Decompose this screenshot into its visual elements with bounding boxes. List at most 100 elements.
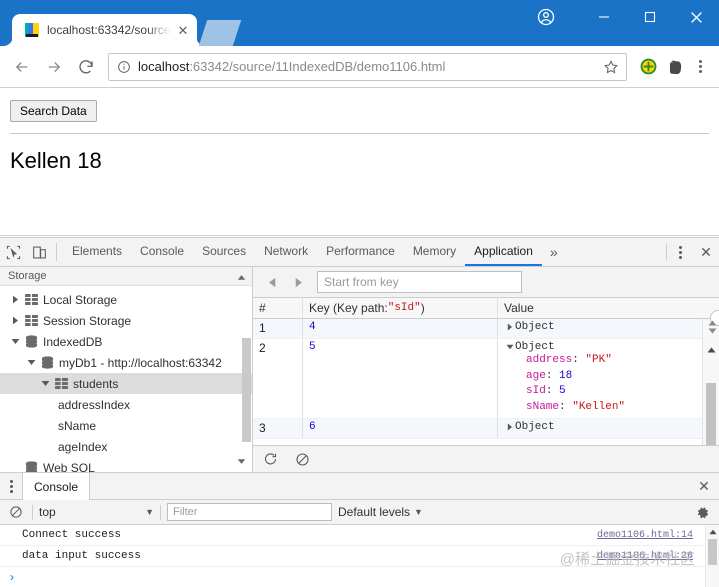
bookmark-star-icon[interactable] — [602, 58, 620, 76]
tab-performance[interactable]: Performance — [317, 238, 404, 266]
console-log-area[interactable]: Connect success demo1106.html:14 data in… — [0, 525, 719, 587]
forward-arrow-icon[interactable] — [40, 53, 68, 81]
address-bar[interactable]: localhost:63342/source/11IndexedDB/demo1… — [108, 52, 627, 81]
drawer-tab-console[interactable]: Console — [22, 473, 91, 500]
database-icon — [22, 335, 40, 348]
tab-memory[interactable]: Memory — [404, 238, 465, 266]
tab-console[interactable]: Console — [131, 238, 193, 266]
property-value: "PK" — [585, 354, 612, 366]
sidebar-item-sname[interactable]: sName — [0, 415, 252, 436]
column-header-key[interactable]: Key (Key path: "sId") — [303, 298, 498, 318]
sidebar-item-label: ageIndex — [58, 439, 108, 454]
start-from-key-placeholder: Start from key — [324, 275, 399, 289]
sidebar-item-web-sql[interactable]: Web SQL — [0, 457, 252, 472]
site-info-icon[interactable] — [117, 60, 131, 74]
console-message[interactable]: Connect success demo1106.html:14 — [0, 525, 719, 546]
start-from-key-input[interactable]: Start from key — [317, 271, 522, 293]
profile-avatar-icon[interactable] — [533, 4, 559, 30]
object-toggle-collapsed[interactable]: Object — [504, 321, 555, 333]
more-tabs-icon[interactable]: » — [542, 238, 566, 266]
chevron-down-icon[interactable] — [38, 380, 52, 387]
chevron-down-icon[interactable] — [504, 344, 515, 350]
green-circle-extension-icon[interactable] — [636, 55, 660, 79]
maximize-icon[interactable] — [627, 0, 673, 34]
chevron-down-icon[interactable] — [8, 338, 22, 345]
sidebar-item-session-storage[interactable]: Session Storage — [0, 310, 252, 331]
sidebar-item-mydb1[interactable]: myDb1 - http://localhost:63342 — [0, 352, 252, 373]
table-row[interactable]: 3 6 Object — [253, 419, 719, 439]
console-filter-input[interactable]: Filter — [167, 503, 332, 521]
sidebar-item-students[interactable]: students — [0, 373, 252, 394]
chevron-right-icon[interactable] — [8, 295, 22, 304]
evernote-extension-icon[interactable] — [663, 55, 687, 79]
chevron-right-icon[interactable] — [504, 423, 515, 431]
sort-arrows-icon[interactable] — [708, 320, 717, 334]
scroll-up-icon[interactable] — [707, 342, 716, 357]
property-name: sId — [526, 385, 546, 397]
row-value[interactable]: Object — [498, 319, 719, 338]
toolbar-divider — [56, 243, 57, 261]
property-name: age — [526, 369, 546, 382]
property-name: sName — [526, 400, 560, 413]
chevron-right-icon[interactable] — [8, 316, 22, 325]
tab-elements[interactable]: Elements — [63, 238, 131, 266]
previous-page-icon[interactable] — [259, 271, 285, 293]
chevron-up-icon[interactable] — [237, 272, 246, 284]
browser-tab[interactable]: localhost:63342/source ✕ — [12, 14, 197, 46]
sidebar-item-indexeddb[interactable]: IndexedDB — [0, 331, 252, 352]
column-header-index[interactable]: # — [253, 298, 303, 318]
console-context-selector[interactable]: top ▼ — [39, 505, 154, 519]
sidebar-item-addressindex[interactable]: addressIndex — [0, 394, 252, 415]
storage-tree[interactable]: Local Storage Session Storage IndexedDB … — [0, 286, 252, 472]
close-icon[interactable] — [673, 0, 719, 34]
object-toggle-collapsed[interactable]: Object — [504, 421, 555, 433]
drawer-menu-icon[interactable] — [0, 473, 22, 499]
scrollbar-thumb[interactable] — [706, 383, 716, 445]
chrome-menu-icon[interactable] — [689, 55, 711, 79]
console-message-source[interactable]: demo1106.html:14 — [597, 530, 693, 541]
devtools-body: Storage Local Storage Session Storage In… — [0, 267, 719, 472]
devtools-close-icon[interactable]: ✕ — [693, 238, 719, 266]
scrollbar-thumb[interactable] — [708, 539, 717, 565]
data-grid-scrollbar[interactable] — [702, 310, 719, 445]
back-arrow-icon[interactable] — [8, 53, 36, 81]
next-page-icon[interactable] — [285, 271, 311, 293]
device-toolbar-icon[interactable] — [26, 238, 52, 266]
console-scrollbar[interactable] — [705, 525, 719, 587]
chevron-down-icon[interactable] — [24, 359, 38, 366]
tab-application[interactable]: Application — [465, 238, 542, 266]
search-data-button[interactable]: Search Data — [10, 100, 97, 122]
minimize-icon[interactable] — [581, 0, 627, 34]
settings-gear-icon[interactable] — [691, 505, 713, 520]
scrollbar-track[interactable] — [703, 357, 719, 445]
sidebar-item-local-storage[interactable]: Local Storage — [0, 289, 252, 310]
chevron-down-scroll-icon[interactable] — [237, 454, 246, 468]
more-options-icon[interactable] — [667, 238, 693, 266]
row-value[interactable]: Object — [498, 419, 719, 438]
sidebar-scrollbar[interactable] — [242, 338, 251, 442]
new-tab-button[interactable] — [198, 20, 242, 46]
scroll-up-icon[interactable] — [706, 525, 719, 538]
tab-close-icon[interactable]: ✕ — [175, 22, 191, 38]
object-toggle-expanded[interactable]: Object — [504, 341, 555, 353]
chevron-right-icon[interactable] — [504, 323, 515, 331]
console-levels-selector[interactable]: Default levels ▼ — [338, 505, 423, 519]
column-header-value[interactable]: Value — [498, 298, 719, 318]
sidebar-item-ageindex[interactable]: ageIndex — [0, 436, 252, 457]
clear-console-icon[interactable] — [6, 505, 26, 519]
tab-title: localhost:63342/source — [47, 23, 171, 37]
clear-all-icon[interactable] — [293, 450, 311, 468]
console-message-source[interactable]: demo1106.html:26 — [597, 551, 693, 562]
console-message[interactable]: data input success demo1106.html:26 — [0, 546, 719, 567]
drawer-close-icon[interactable]: ✕ — [689, 473, 719, 499]
tab-network[interactable]: Network — [255, 238, 317, 266]
table-row[interactable]: 2 5 Object address: "PK" age: 18 sId: 5 … — [253, 339, 719, 419]
console-prompt[interactable]: › — [0, 567, 719, 587]
tab-sources[interactable]: Sources — [193, 238, 255, 266]
inspect-element-icon[interactable] — [0, 238, 26, 266]
devtools-tab-bar: Elements Console Sources Network Perform… — [0, 238, 719, 267]
row-value[interactable]: Object address: "PK" age: 18 sId: 5 sNam… — [498, 339, 719, 418]
table-row[interactable]: 1 4 Object — [253, 319, 719, 339]
refresh-icon[interactable] — [261, 450, 279, 468]
reload-icon[interactable] — [72, 53, 100, 81]
